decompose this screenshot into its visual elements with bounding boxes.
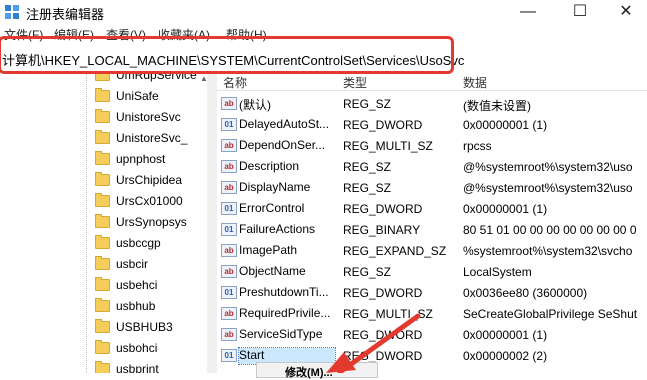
value-row[interactable]: ab Description REG_SZ @%systemroot%\system3… <box>217 157 647 178</box>
tree-item[interactable]: upnphost <box>0 150 205 170</box>
value-row[interactable]: ab ServiceSidType REG_DWORD 0x00000001 (1) <box>217 325 647 346</box>
close-button[interactable]: ✕ <box>606 0 646 24</box>
folder-icon <box>95 361 110 373</box>
tree-item[interactable]: UrsCx01000 <box>0 192 205 212</box>
column-header-data[interactable]: 数据 <box>463 74 487 91</box>
title-bar: 注册表编辑器 — ☐ ✕ <box>0 0 647 24</box>
tree-item[interactable]: usbprint <box>0 360 205 373</box>
tree-item[interactable]: UnistoreSvc <box>0 108 205 128</box>
list-header: 名称 类型 数据 <box>217 72 647 91</box>
folder-icon <box>95 298 110 312</box>
binary-value-icon: 01 <box>221 349 237 362</box>
value-row[interactable]: ab DependOnSer... REG_MULTI_SZ rpcss <box>217 136 647 157</box>
string-value-icon: ab <box>221 307 237 320</box>
tree-item[interactable]: USBHUB3 <box>0 318 205 338</box>
value-row[interactable]: 01 FailureActions REG_BINARY 80 51 01 00 00… <box>217 220 647 241</box>
tree-guide-line <box>86 72 88 373</box>
tree-item[interactable]: UnistoreSvc_ <box>0 129 205 149</box>
string-value-icon: ab <box>221 160 237 173</box>
tree-item[interactable]: usbcir <box>0 255 205 275</box>
folder-icon <box>95 109 110 123</box>
values-list[interactable]: 名称 类型 数据 ab (默认) REG_SZ (数值未设置) 01 DelayedAu… <box>217 72 647 373</box>
string-value-icon: ab <box>221 181 237 194</box>
address-highlight-box <box>0 36 454 74</box>
column-header-name[interactable]: 名称 <box>223 74 247 91</box>
binary-value-icon: 01 <box>221 286 237 299</box>
tree-item[interactable]: UrsSynopsys <box>0 213 205 233</box>
folder-icon <box>95 319 110 333</box>
tree-item[interactable]: UrsChipidea <box>0 171 205 191</box>
value-row[interactable]: ab DisplayName REG_SZ @%systemroot%\system3… <box>217 178 647 199</box>
value-row[interactable]: 01 PreshutdownTi... REG_DWORD 0x0036ee80 (3… <box>217 283 647 304</box>
string-value-icon: ab <box>221 244 237 257</box>
value-row[interactable]: ab ImagePath REG_EXPAND_SZ %systemroot%\sys… <box>217 241 647 262</box>
folder-icon <box>95 235 110 249</box>
tree-item[interactable]: usbehci <box>0 276 205 296</box>
folder-icon <box>95 256 110 270</box>
value-row[interactable]: ab (默认) REG_SZ (数值未设置) <box>217 94 647 115</box>
binary-value-icon: 01 <box>221 202 237 215</box>
minimize-button[interactable]: — <box>508 0 548 24</box>
tree-item[interactable]: usbohci <box>0 339 205 359</box>
tree-item[interactable]: UmRdpService <box>0 72 205 86</box>
value-row[interactable]: ab ObjectName REG_SZ LocalSystem <box>217 262 647 283</box>
folder-icon <box>95 214 110 228</box>
scroll-up-arrow-icon[interactable]: ▲ <box>200 74 208 83</box>
value-row[interactable]: 01 ErrorControl REG_DWORD 0x00000001 (1) <box>217 199 647 220</box>
column-header-type[interactable]: 类型 <box>343 74 367 91</box>
regedit-icon <box>5 5 19 19</box>
tree-item[interactable]: usbhub <box>0 297 205 317</box>
string-value-icon: ab <box>221 328 237 341</box>
string-value-icon: ab <box>221 265 237 278</box>
folder-icon <box>95 340 110 354</box>
binary-value-icon: 01 <box>221 223 237 236</box>
tree-item[interactable]: UniSafe <box>0 87 205 107</box>
string-value-icon: ab <box>221 97 237 110</box>
folder-icon <box>95 151 110 165</box>
binary-value-icon: 01 <box>221 118 237 131</box>
context-menu: 修改(M)... <box>256 362 378 380</box>
string-value-icon: ab <box>221 139 237 152</box>
key-tree[interactable]: UmRdpService UniSafe UnistoreSvc Unistor… <box>0 72 205 373</box>
folder-icon <box>95 172 110 186</box>
value-row[interactable]: ab RequiredPrivile... REG_MULTI_SZ SeCreate… <box>217 304 647 325</box>
folder-icon <box>95 277 110 291</box>
tree-item[interactable]: usbccgp <box>0 234 205 254</box>
folder-icon <box>95 88 110 102</box>
window-title: 注册表编辑器 <box>26 7 105 22</box>
context-menu-modify[interactable]: 修改(M)... <box>285 364 333 380</box>
maximize-button[interactable]: ☐ <box>560 0 600 24</box>
value-row[interactable]: 01 DelayedAutoSt... REG_DWORD 0x00000001 (1… <box>217 115 647 136</box>
folder-icon <box>95 130 110 144</box>
folder-icon <box>95 193 110 207</box>
pane-splitter[interactable] <box>207 72 217 373</box>
